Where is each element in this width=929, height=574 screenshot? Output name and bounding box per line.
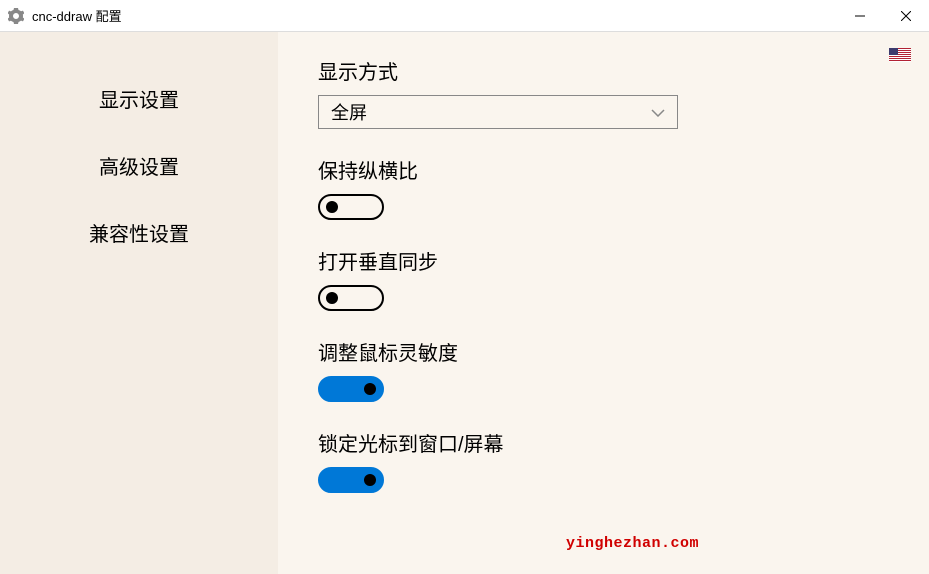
sidebar-item-advanced[interactable]: 高级设置: [0, 137, 278, 194]
main-panel: 显示方式 全屏 保持纵横比 打开垂直同步 调整鼠标灵敏度: [278, 32, 929, 574]
window-controls: [837, 0, 929, 31]
language-flag-button[interactable]: [889, 48, 911, 62]
lock-cursor-toggle[interactable]: [318, 467, 384, 493]
display-mode-group: 显示方式 全屏: [318, 56, 889, 129]
sidebar-item-display[interactable]: 显示设置: [0, 70, 278, 127]
toggle-knob: [364, 474, 376, 486]
watermark: yinghezhan.com: [566, 535, 699, 552]
minimize-button[interactable]: [837, 0, 883, 31]
toggle-knob: [364, 383, 376, 395]
close-button[interactable]: [883, 0, 929, 31]
sidebar-item-label: 高级设置: [99, 157, 179, 179]
mouse-sensitivity-group: 调整鼠标灵敏度: [318, 337, 889, 402]
lock-cursor-group: 锁定光标到窗口/屏幕: [318, 428, 889, 493]
display-mode-select[interactable]: 全屏: [318, 95, 678, 129]
vsync-toggle[interactable]: [318, 285, 384, 311]
gear-icon: [8, 8, 24, 24]
sidebar-item-label: 显示设置: [99, 90, 179, 112]
lock-cursor-label: 锁定光标到窗口/屏幕: [318, 428, 889, 457]
toggle-knob: [326, 292, 338, 304]
mouse-sensitivity-toggle[interactable]: [318, 376, 384, 402]
sidebar: 显示设置 高级设置 兼容性设置: [0, 32, 278, 574]
window-title: cnc-ddraw 配置: [32, 6, 122, 25]
vsync-group: 打开垂直同步: [318, 246, 889, 311]
title-bar: cnc-ddraw 配置: [0, 0, 929, 32]
toggle-knob: [326, 201, 338, 213]
display-mode-label: 显示方式: [318, 56, 889, 85]
chevron-down-icon: [651, 104, 665, 120]
aspect-ratio-toggle[interactable]: [318, 194, 384, 220]
vsync-label: 打开垂直同步: [318, 246, 889, 275]
aspect-ratio-group: 保持纵横比: [318, 155, 889, 220]
sidebar-item-compatibility[interactable]: 兼容性设置: [0, 204, 278, 261]
mouse-sensitivity-label: 调整鼠标灵敏度: [318, 337, 889, 366]
display-mode-value: 全屏: [331, 99, 367, 125]
sidebar-item-label: 兼容性设置: [89, 224, 189, 246]
aspect-ratio-label: 保持纵横比: [318, 155, 889, 184]
